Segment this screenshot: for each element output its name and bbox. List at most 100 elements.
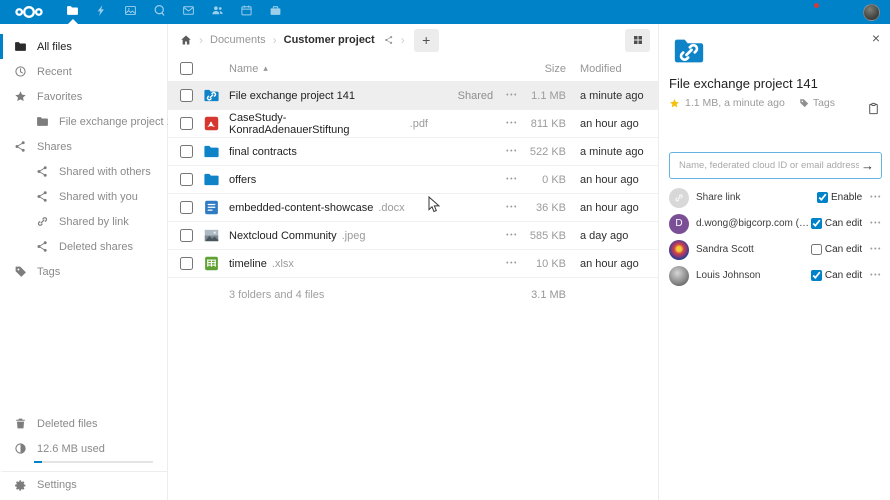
file-name[interactable]: File exchange project 141 <box>229 90 355 102</box>
breadcrumb-documents[interactable]: Documents <box>210 34 266 46</box>
sidebar-item-settings[interactable]: Settings <box>0 471 167 498</box>
file-size: 585 KB <box>518 230 566 242</box>
permission-checkbox[interactable]: Can edit <box>811 244 862 255</box>
file-name[interactable]: CaseStudy-KonradAdenauerStiftung <box>229 112 405 136</box>
column-size[interactable]: Size <box>518 63 566 75</box>
sidebar-item-shared-by-link[interactable]: Shared by link <box>0 209 167 234</box>
row-checkbox[interactable] <box>180 89 193 102</box>
row-checkbox[interactable] <box>180 145 193 158</box>
details-title: File exchange project 141 <box>669 76 882 91</box>
sidebar-item-label: Tags <box>37 266 60 278</box>
permission-checkbox[interactable]: Can edit <box>811 270 862 281</box>
clock-icon <box>14 65 27 78</box>
contacts-icon[interactable] <box>833 5 847 19</box>
home-icon[interactable] <box>180 34 192 46</box>
search-icon[interactable] <box>773 5 787 19</box>
share-recipient-input[interactable] <box>677 159 861 172</box>
sidebar-item-shared-with-you[interactable]: Shared with you <box>0 184 167 209</box>
share-icon[interactable] <box>482 202 493 213</box>
share-icon[interactable] <box>482 118 493 129</box>
row-actions-menu-icon[interactable]: ••• <box>506 92 518 99</box>
app-menu <box>58 0 290 24</box>
sidebar-item-label: Shared with others <box>59 166 151 178</box>
share-icon[interactable] <box>482 230 493 241</box>
shared-indicator[interactable]: Shared <box>442 90 493 102</box>
file-name[interactable]: offers <box>229 174 256 186</box>
file-row[interactable]: final contracts ••• 522 KB a minute ago <box>168 138 658 166</box>
row-checkbox[interactable] <box>180 229 193 242</box>
sidebar-item-all-files[interactable]: All files <box>0 34 167 59</box>
sidebar-item-storage[interactable]: 12.6 MB used <box>0 436 167 461</box>
permission-checkbox[interactable]: Enable <box>817 192 862 203</box>
row-actions-menu-icon[interactable]: ••• <box>506 176 518 183</box>
file-name[interactable]: embedded-content-showcase <box>229 202 373 214</box>
share-entry-name: Sandra Scott <box>696 244 811 255</box>
app-tab-briefcase[interactable] <box>261 0 290 24</box>
sidebar-item-recent[interactable]: Recent <box>0 59 167 84</box>
calendar-icon <box>240 4 253 20</box>
row-actions-menu-icon[interactable]: ••• <box>506 204 518 211</box>
file-name[interactable]: final contracts <box>229 146 297 158</box>
row-checkbox[interactable] <box>180 257 193 270</box>
sidebar-item-deleted-files[interactable]: Deleted files <box>0 411 167 436</box>
app-tab-calendar[interactable] <box>232 0 261 24</box>
sidebar-item-shared-with-others[interactable]: Shared with others <box>0 159 167 184</box>
nextcloud-logo-icon[interactable] <box>10 4 48 20</box>
talk-icon <box>153 4 166 20</box>
row-actions-menu-icon[interactable]: ••• <box>506 232 518 239</box>
share-entry-menu-icon[interactable]: ••• <box>870 194 882 201</box>
image-icon <box>124 4 137 20</box>
favorite-star-icon[interactable] <box>669 98 680 109</box>
app-tab-image[interactable] <box>116 0 145 24</box>
app-tab-lightning[interactable] <box>87 0 116 24</box>
share-entry-menu-icon[interactable]: ••• <box>870 246 882 253</box>
file-name[interactable]: timeline <box>229 258 267 270</box>
close-icon[interactable]: × <box>872 30 880 46</box>
row-checkbox[interactable] <box>180 117 193 130</box>
tags-label[interactable]: Tags <box>813 97 835 109</box>
sort-asc-icon[interactable]: ▴ <box>263 63 268 74</box>
bell-icon[interactable] <box>803 5 817 19</box>
row-checkbox[interactable] <box>180 201 193 214</box>
submit-share-arrow-icon[interactable]: → <box>861 158 874 173</box>
sidebar-item-shares[interactable]: Shares <box>0 134 167 159</box>
share-entry-menu-icon[interactable]: ••• <box>870 272 882 279</box>
app-tab-contacts[interactable] <box>203 0 232 24</box>
new-file-button[interactable]: + <box>414 29 439 52</box>
row-checkbox[interactable] <box>180 173 193 186</box>
file-name[interactable]: Nextcloud Community <box>229 230 337 242</box>
sidebar-item-favorites[interactable]: Favorites <box>0 84 167 109</box>
app-tab-mail[interactable] <box>174 0 203 24</box>
file-row[interactable]: Nextcloud Community.jpeg ••• 585 KB a da… <box>168 222 658 250</box>
select-all-checkbox[interactable] <box>180 62 193 75</box>
column-modified[interactable]: Modified <box>566 63 658 75</box>
row-actions-menu-icon[interactable]: ••• <box>506 260 518 267</box>
row-actions-menu-icon[interactable]: ••• <box>506 148 518 155</box>
share-entry-name: d.wong@bigcorp.com (email) <box>696 218 811 229</box>
file-row[interactable]: embedded-content-showcase.docx ••• 36 KB… <box>168 194 658 222</box>
sidebar-item-file-exchange-project-141[interactable]: File exchange project 141 <box>0 109 167 134</box>
file-row[interactable]: CaseStudy-KonradAdenauerStiftung.pdf •••… <box>168 110 658 138</box>
breadcrumb-customer-project[interactable]: Customer project <box>284 34 375 46</box>
share-icon[interactable] <box>482 146 493 157</box>
permission-checkbox[interactable]: Can edit <box>811 218 862 229</box>
user-avatar[interactable] <box>863 4 880 21</box>
file-row[interactable]: offers ••• 0 KB an hour ago <box>168 166 658 194</box>
share-icon[interactable] <box>482 174 493 185</box>
file-row[interactable]: File exchange project 141 Shared ••• 1.1… <box>168 82 658 110</box>
folder-icon <box>203 143 220 160</box>
share-icon[interactable] <box>482 258 493 269</box>
share-entry-menu-icon[interactable]: ••• <box>870 220 882 227</box>
clipboard-icon[interactable] <box>867 102 880 115</box>
storage-progress-bar <box>34 461 153 463</box>
file-row[interactable]: timeline.xlsx ••• 10 KB an hour ago <box>168 250 658 278</box>
sidebar-item-deleted-shares[interactable]: Deleted shares <box>0 234 167 259</box>
column-name[interactable]: Name <box>229 63 258 75</box>
sidebar-item-tags[interactable]: Tags <box>0 259 167 284</box>
details-sidebar: × File exchange project 141 1.1 MB, a mi… <box>658 24 890 500</box>
row-actions-menu-icon[interactable]: ••• <box>506 120 518 127</box>
shared-label: Shared <box>458 90 493 102</box>
app-tab-folder[interactable] <box>58 0 87 24</box>
app-tab-talk[interactable] <box>145 0 174 24</box>
grid-view-button[interactable] <box>625 29 650 52</box>
